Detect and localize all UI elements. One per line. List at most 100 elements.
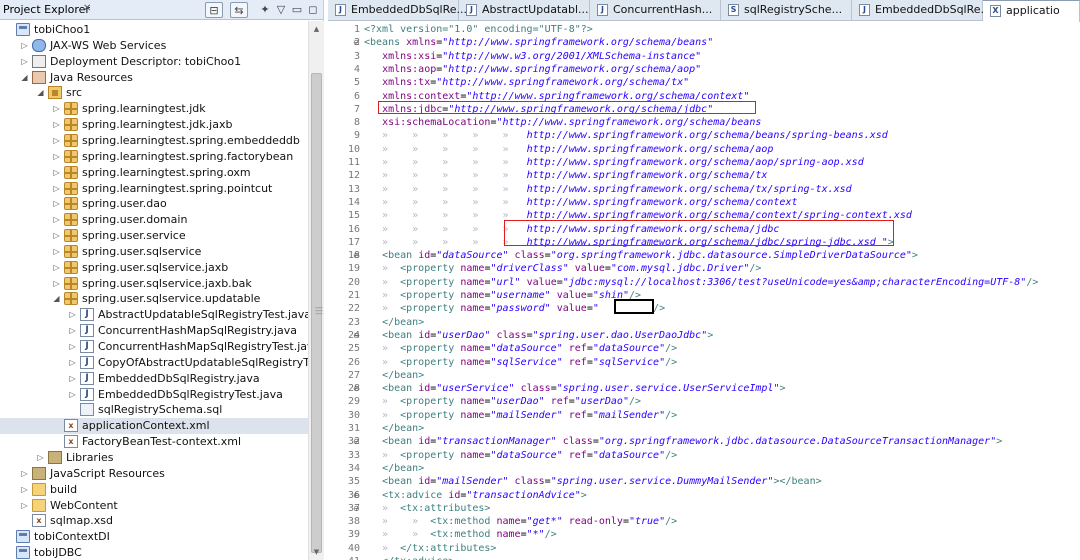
expand-arrow-icon[interactable]: ▷: [52, 279, 61, 289]
tree-item[interactable]: ◢ spring.user.sqlservice.updatable: [0, 291, 308, 307]
tree-item[interactable]: ▷ J AbstractUpdatableSqlRegistryTest.java: [0, 307, 308, 323]
code-line[interactable]: xmlns:xsi="http://www.w3.org/2001/XMLSch…: [364, 50, 701, 63]
expand-arrow-icon[interactable]: ▷: [52, 215, 61, 225]
expand-arrow-icon[interactable]: ▷: [20, 501, 29, 511]
code-line[interactable]: <beans xmlns="http://www.springframework…: [364, 36, 713, 49]
code-line[interactable]: » <property name="userDao" ref="userDao"…: [364, 395, 641, 408]
tree-item[interactable]: ▷ spring.user.sqlservice.jaxb.bak: [0, 276, 308, 292]
code-line[interactable]: » » » » » http://www.springframework.org…: [364, 169, 767, 182]
fold-toggle-icon[interactable]: ⊖: [353, 382, 361, 395]
tree-item[interactable]: x applicationContext.xml: [0, 418, 308, 435]
tree-item[interactable]: tobiChoo1: [0, 22, 308, 38]
tree-item[interactable]: ◢ src: [0, 85, 308, 101]
fold-toggle-icon[interactable]: ⊖: [353, 329, 361, 342]
editor-tab[interactable]: SsqlRegistrySche...: [721, 0, 852, 21]
code-line[interactable]: </tx:advice>: [364, 555, 454, 560]
expand-arrow-icon[interactable]: ▷: [20, 41, 29, 51]
code-line[interactable]: » <property name="dataSource" ref="dataS…: [364, 342, 677, 355]
code-line[interactable]: » » <tx:method name="*"/>: [364, 528, 557, 541]
tree-item[interactable]: x sqlmap.xsd: [0, 513, 308, 529]
code-area[interactable]: </tx:advice> » </tx:attributes> » » <tx:…: [364, 21, 1080, 560]
expand-arrow-icon[interactable]: ▷: [52, 168, 61, 178]
expand-arrow-icon[interactable]: ▷: [36, 453, 45, 463]
fold-toggle-icon[interactable]: ⊖: [353, 36, 361, 49]
tree-item[interactable]: ▷ spring.user.dao: [0, 196, 308, 212]
link-with-editor-icon[interactable]: ⇆: [230, 2, 248, 18]
tree-item[interactable]: tobiContextDI: [0, 529, 308, 545]
editor-tab[interactable]: J AbstractUpdatabl...: [459, 0, 590, 21]
code-line[interactable]: » <property name="mailSender" ref="mailS…: [364, 409, 677, 422]
tree-item[interactable]: ▷ spring.user.sqlservice: [0, 244, 308, 260]
code-line[interactable]: » <property name="url" value="jdbc:mysql…: [364, 276, 1038, 289]
tree-item[interactable]: ▷ spring.learningtest.spring.factorybean: [0, 149, 308, 165]
code-line[interactable]: <bean id="dataSource" class="org.springf…: [364, 249, 918, 262]
code-line[interactable]: </bean>: [364, 369, 424, 382]
code-line[interactable]: <bean id="userService" class="spring.use…: [364, 382, 785, 395]
code-line[interactable]: » <tx:attributes>: [364, 502, 490, 515]
maximize-icon[interactable]: ◻: [304, 2, 322, 18]
tree-item[interactable]: ▷ J EmbeddedDbSqlRegistry.java: [0, 371, 308, 387]
expand-arrow-icon[interactable]: ▷: [52, 247, 61, 257]
tree-item[interactable]: ▷ WebContent: [0, 498, 308, 514]
editor-tab[interactable]: Xapplicatio: [983, 0, 1080, 22]
expand-arrow-icon[interactable]: ▷: [52, 152, 61, 162]
tree-item[interactable]: ▷ spring.learningtest.spring.oxm: [0, 165, 308, 181]
tree-item[interactable]: ▷ spring.learningtest.spring.embeddeddb: [0, 133, 308, 149]
collapse-arrow-icon[interactable]: ◢: [36, 88, 45, 98]
editor-tab[interactable]: J EmbeddedDbSqlRe...: [328, 0, 467, 21]
code-line[interactable]: xmlns:aop="http://www.springframework.or…: [364, 63, 701, 76]
code-line[interactable]: » <property name="dataSource" ref="dataS…: [364, 449, 677, 462]
expand-arrow-icon[interactable]: ▷: [68, 358, 77, 368]
tree-item[interactable]: ▷ JavaScript Resources: [0, 466, 308, 482]
scroll-up-icon[interactable]: ▲: [309, 21, 324, 37]
expand-arrow-icon[interactable]: ▷: [52, 104, 61, 114]
code-line[interactable]: » <property name="sqlService" ref="sqlSe…: [364, 356, 677, 369]
fold-toggle-icon[interactable]: ⊖: [353, 435, 361, 448]
code-line[interactable]: » » <tx:method name="get*" read-only="tr…: [364, 515, 677, 528]
tree-item[interactable]: ▷ spring.learningtest.jdk: [0, 101, 308, 117]
expand-arrow-icon[interactable]: ▷: [68, 326, 77, 336]
close-icon[interactable]: ✕: [83, 3, 91, 14]
expand-arrow-icon[interactable]: ▷: [68, 374, 77, 384]
tree-item[interactable]: ▷ spring.user.service: [0, 228, 308, 244]
code-line[interactable]: xsi:schemaLocation="http://www.springfra…: [364, 116, 761, 129]
code-line[interactable]: » <property name="username" value="shin"…: [364, 289, 641, 302]
tree-item[interactable]: sqlRegistrySchema.sql: [0, 402, 308, 418]
code-line[interactable]: xmlns:tx="http://www.springframework.org…: [364, 76, 689, 89]
code-line[interactable]: <bean id="transactionManager" class="org…: [364, 435, 1002, 448]
expand-arrow-icon[interactable]: ▷: [52, 120, 61, 130]
tree-item[interactable]: tobiJDBC: [0, 545, 308, 560]
tree-item[interactable]: ▷ JAX-WS Web Services: [0, 38, 308, 54]
editor-tab[interactable]: J EmbeddedDbSqlRe...: [852, 0, 991, 21]
expand-arrow-icon[interactable]: ▷: [52, 231, 61, 241]
code-line[interactable]: </bean>: [364, 316, 424, 329]
expand-arrow-icon[interactable]: ▷: [52, 263, 61, 273]
code-line[interactable]: » » » » » http://www.springframework.org…: [364, 156, 864, 169]
expand-arrow-icon[interactable]: ▷: [68, 390, 77, 400]
code-line[interactable]: </bean>: [364, 422, 424, 435]
tree-item[interactable]: ▷ J EmbeddedDbSqlRegistryTest.java: [0, 387, 308, 403]
code-line[interactable]: » » » » » http://www.springframework.org…: [364, 183, 852, 196]
explorer-scrollbar-thumb[interactable]: — — —: [311, 73, 323, 553]
expand-arrow-icon[interactable]: ▷: [20, 485, 29, 495]
collapse-arrow-icon[interactable]: ◢: [52, 294, 61, 304]
code-line[interactable]: » </tx:attributes>: [364, 542, 496, 555]
code-line[interactable]: <?xml version="1.0" encoding="UTF-8"?>: [364, 23, 593, 36]
expand-arrow-icon[interactable]: ▷: [20, 469, 29, 479]
code-line[interactable]: <tx:advice id="transactionAdvice">: [364, 489, 587, 502]
tree-item[interactable]: ▷J CopyOfAbstractUpdatableSqlRegistryTest…: [0, 355, 308, 371]
collapse-arrow-icon[interactable]: ◢: [20, 73, 29, 83]
code-line[interactable]: » » » » » http://www.springframework.org…: [364, 196, 797, 209]
tree-item[interactable]: ▷ spring.user.domain: [0, 212, 308, 228]
editor-tab[interactable]: J ConcurrentHash...: [590, 0, 721, 21]
fold-toggle-icon[interactable]: ⊖: [353, 502, 361, 515]
expand-arrow-icon[interactable]: ▷: [52, 184, 61, 194]
expand-arrow-icon[interactable]: ▷: [68, 310, 77, 320]
expand-arrow-icon[interactable]: ▷: [68, 342, 77, 352]
tree-item[interactable]: ▷ spring.user.sqlservice.jaxb: [0, 260, 308, 276]
code-line[interactable]: <bean id="userDao" class="spring.user.da…: [364, 329, 713, 342]
code-line[interactable]: » » » » » http://www.springframework.org…: [364, 129, 888, 142]
collapse-all-icon[interactable]: ⊟: [205, 2, 223, 18]
expand-arrow-icon[interactable]: ▷: [20, 57, 29, 67]
tree-item[interactable]: ▷ spring.learningtest.spring.pointcut: [0, 181, 308, 197]
